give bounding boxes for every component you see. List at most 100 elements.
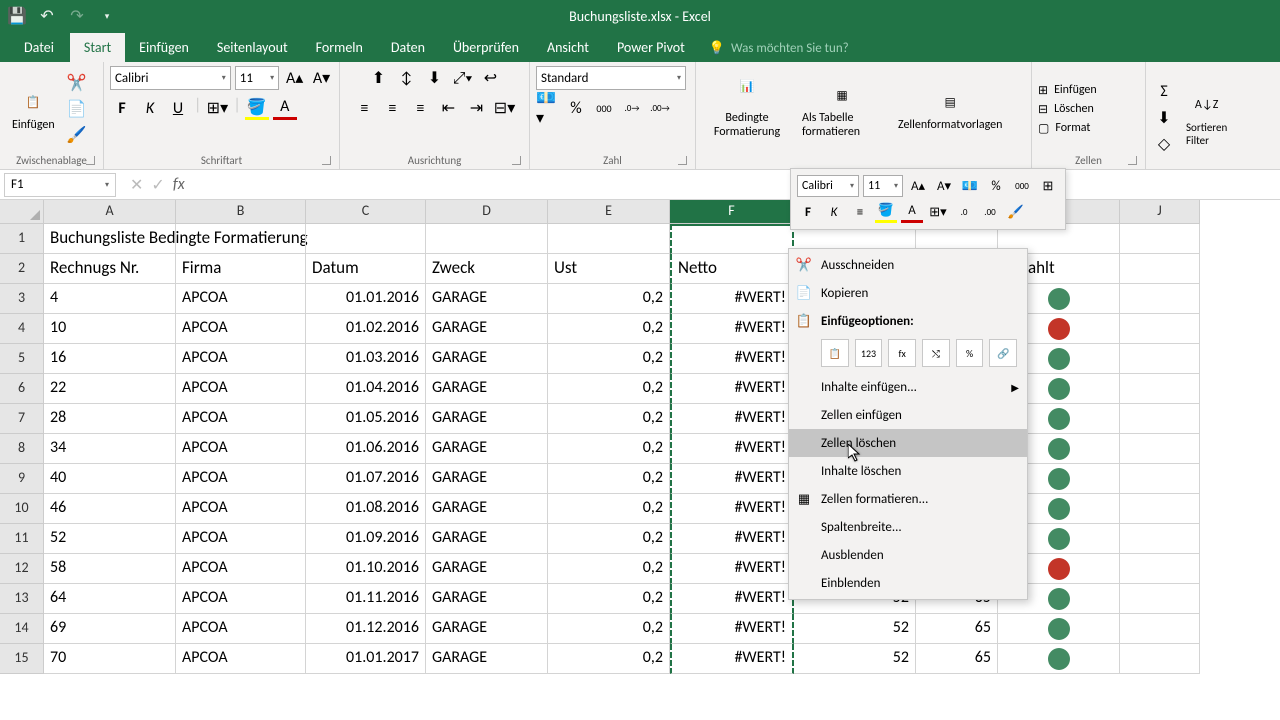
cell[interactable]: 10 xyxy=(44,314,176,344)
cell[interactable]: 22 xyxy=(44,374,176,404)
cell[interactable]: 0,2 xyxy=(548,554,670,584)
ctx-insert-cells[interactable]: Zellen einfügen xyxy=(789,401,1027,429)
cell[interactable]: #WERT! xyxy=(670,494,794,524)
col-header-c[interactable]: C xyxy=(306,200,426,224)
cell[interactable]: 0,2 xyxy=(548,584,670,614)
cell[interactable]: APCOA xyxy=(176,554,306,584)
cell[interactable]: #WERT! xyxy=(670,614,794,644)
col-header-a[interactable]: A xyxy=(44,200,176,224)
cell[interactable]: GARAGE xyxy=(426,464,548,494)
cell[interactable]: 01.09.2016 xyxy=(306,524,426,554)
cell[interactable]: 40 xyxy=(44,464,176,494)
cell[interactable]: 16 xyxy=(44,344,176,374)
cell[interactable]: 0,2 xyxy=(548,494,670,524)
save-icon[interactable]: 💾 xyxy=(8,7,26,25)
paste-button[interactable]: 📋 Einfügen xyxy=(6,84,61,134)
row-header[interactable]: 9 xyxy=(0,464,44,494)
row-header[interactable]: 15 xyxy=(0,644,44,674)
col-header-f[interactable]: F xyxy=(670,200,794,224)
decrease-decimal-icon[interactable]: .00→ xyxy=(648,96,672,120)
cell[interactable]: GARAGE xyxy=(426,494,548,524)
cell[interactable] xyxy=(1120,614,1200,644)
cell[interactable]: 01.07.2016 xyxy=(306,464,426,494)
paste-formatting-icon[interactable]: % xyxy=(956,339,984,367)
cell[interactable] xyxy=(1120,554,1200,584)
cut-icon[interactable]: ✂️ xyxy=(65,71,89,95)
mini-format-painter-icon[interactable]: 🖌️ xyxy=(1005,201,1027,223)
ctx-delete-cells[interactable]: Zellen löschen xyxy=(789,429,1027,457)
cell[interactable]: 52 xyxy=(794,614,916,644)
wrap-text-icon[interactable]: ↩ xyxy=(479,66,503,90)
fx-icon[interactable]: fx xyxy=(173,175,185,195)
paste-transpose-icon[interactable]: ⤭ xyxy=(922,339,950,367)
mini-font-combo[interactable]: Calibri▾ xyxy=(797,175,859,197)
align-right-icon[interactable]: ≡ xyxy=(409,96,433,120)
cell[interactable] xyxy=(1120,284,1200,314)
cell[interactable]: APCOA xyxy=(176,434,306,464)
col-header-d[interactable]: D xyxy=(426,200,548,224)
cell[interactable]: APCOA xyxy=(176,494,306,524)
cell[interactable] xyxy=(998,614,1120,644)
tab-formeln[interactable]: Formeln xyxy=(302,33,377,62)
tab-datei[interactable]: Datei xyxy=(8,33,70,62)
qat-dropdown-icon[interactable]: ▾ xyxy=(98,7,116,25)
cell[interactable]: 65 xyxy=(916,614,998,644)
bold-button[interactable]: F xyxy=(110,96,134,120)
cell[interactable]: #WERT! xyxy=(670,524,794,554)
cell[interactable] xyxy=(1120,404,1200,434)
paste-formulas-icon[interactable]: fx xyxy=(888,339,916,367)
tab-seitenlayout[interactable]: Seitenlayout xyxy=(203,33,302,62)
cell[interactable]: GARAGE xyxy=(426,434,548,464)
orientation-icon[interactable]: ⤢▾ xyxy=(451,66,475,90)
cell[interactable] xyxy=(1120,644,1200,674)
cell[interactable]: #WERT! xyxy=(670,374,794,404)
tab-start[interactable]: Start xyxy=(70,33,125,62)
ctx-hide[interactable]: Ausblenden xyxy=(789,541,1027,569)
cell[interactable]: 0,2 xyxy=(548,524,670,554)
cell[interactable]: Rechnugs Nr. xyxy=(44,254,176,284)
font-name-combo[interactable]: Calibri▾ xyxy=(110,66,231,90)
cell[interactable]: 0,2 xyxy=(548,314,670,344)
cell[interactable]: 0,2 xyxy=(548,404,670,434)
cell[interactable]: APCOA xyxy=(176,644,306,674)
cell[interactable]: #WERT! xyxy=(670,404,794,434)
cell[interactable]: 01.03.2016 xyxy=(306,344,426,374)
cell[interactable]: 0,2 xyxy=(548,284,670,314)
mini-borders-icon[interactable]: ⊞ xyxy=(1037,175,1059,197)
cell[interactable]: Zweck xyxy=(426,254,548,284)
copy-icon[interactable]: 📄 xyxy=(65,97,89,121)
cell[interactable] xyxy=(1120,464,1200,494)
cell[interactable]: 0,2 xyxy=(548,464,670,494)
select-all-button[interactable] xyxy=(0,200,44,224)
tab-daten[interactable]: Daten xyxy=(377,33,439,62)
row-header[interactable]: 12 xyxy=(0,554,44,584)
ctx-format-cells[interactable]: ▦Zellen formatieren... xyxy=(789,485,1027,513)
mini-percent-icon[interactable]: % xyxy=(985,175,1007,197)
fill-icon[interactable]: ⬇ xyxy=(1152,106,1176,130)
cell[interactable]: GARAGE xyxy=(426,374,548,404)
italic-button[interactable]: K xyxy=(138,96,162,120)
borders-icon[interactable]: ⊞▾ xyxy=(205,96,229,120)
mini-size-combo[interactable]: 11▾ xyxy=(863,175,903,197)
align-middle-icon[interactable]: ↕ xyxy=(395,66,419,90)
mini-align-icon[interactable]: ≡ xyxy=(849,201,871,223)
row-header[interactable]: 10 xyxy=(0,494,44,524)
cell[interactable] xyxy=(1120,494,1200,524)
cell[interactable]: APCOA xyxy=(176,344,306,374)
row-header[interactable]: 5 xyxy=(0,344,44,374)
cell[interactable] xyxy=(1120,434,1200,464)
font-color-icon[interactable]: A xyxy=(273,96,297,120)
ctx-copy[interactable]: 📄Kopieren xyxy=(789,279,1027,307)
redo-icon[interactable]: ↷ xyxy=(68,7,86,25)
cell[interactable]: APCOA xyxy=(176,314,306,344)
cell[interactable]: #WERT! xyxy=(670,284,794,314)
cell[interactable]: Datum xyxy=(306,254,426,284)
align-left-icon[interactable]: ≡ xyxy=(353,96,377,120)
row-header[interactable]: 8 xyxy=(0,434,44,464)
cell[interactable] xyxy=(1120,224,1200,254)
clear-icon[interactable]: ◇ xyxy=(1152,132,1176,156)
cell[interactable]: 34 xyxy=(44,434,176,464)
cell[interactable] xyxy=(1120,584,1200,614)
col-header-b[interactable]: B xyxy=(176,200,306,224)
cell[interactable]: 0,2 xyxy=(548,614,670,644)
